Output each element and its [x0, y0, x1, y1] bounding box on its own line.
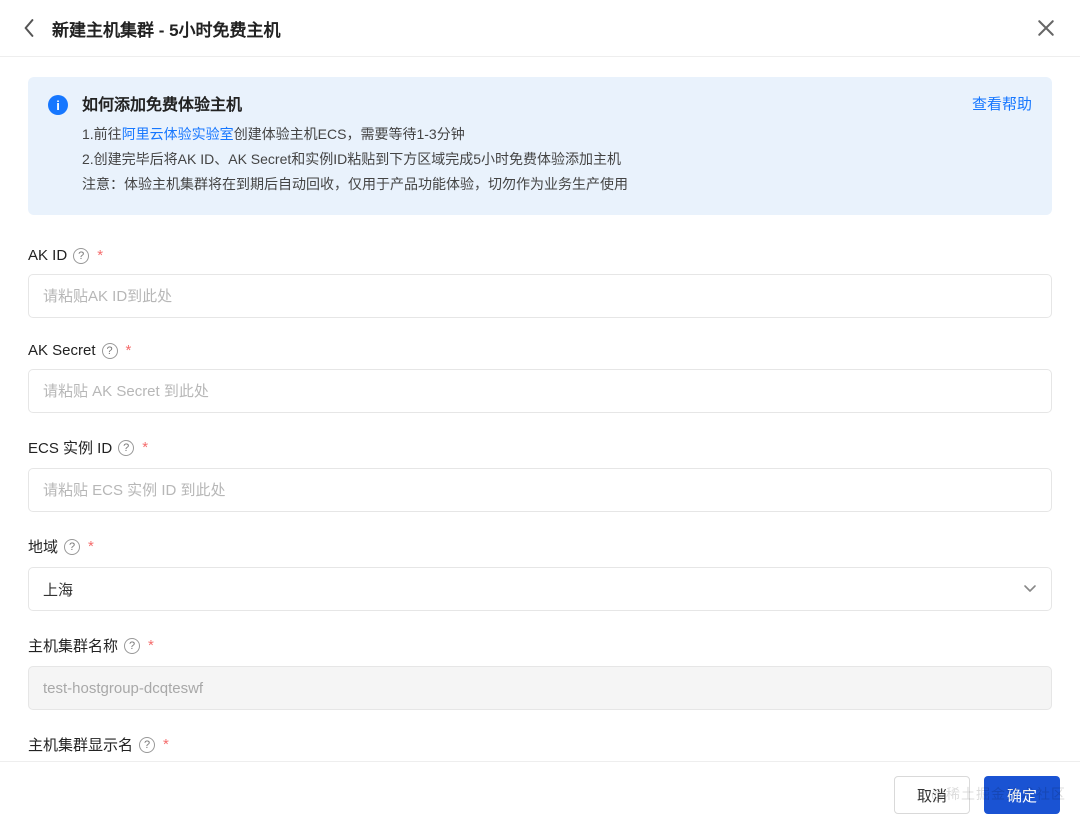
required-mark: *: [97, 247, 103, 264]
info-line-2: 2.创建完毕后将AK ID、AK Secret和实例ID粘贴到下方区域完成5小时…: [82, 147, 956, 172]
close-button[interactable]: [1032, 14, 1060, 42]
aliyun-lab-link[interactable]: 阿里云体验实验室: [122, 126, 234, 142]
help-icon[interactable]: ?: [118, 440, 134, 456]
modal-header: 新建主机集群 - 5小时免费主机: [0, 0, 1080, 57]
region-label-row: 地域 ? *: [28, 536, 1052, 557]
confirm-button[interactable]: 确定: [984, 776, 1060, 814]
region-value: 上海: [43, 579, 73, 600]
ak-id-label: AK ID: [28, 247, 67, 264]
chevron-down-icon: [1023, 584, 1037, 594]
chevron-left-icon: [23, 19, 35, 37]
ak-id-input[interactable]: [28, 274, 1052, 318]
field-cluster-name: 主机集群名称 ? *: [28, 635, 1052, 710]
ak-secret-input[interactable]: [28, 369, 1052, 413]
cluster-name-input: [28, 666, 1052, 710]
info-icon: i: [48, 95, 68, 115]
close-icon: [1037, 19, 1055, 37]
info-title: 如何添加免费体验主机: [82, 93, 956, 118]
required-mark: *: [142, 439, 148, 456]
ecs-id-label: ECS 实例 ID: [28, 437, 112, 458]
help-icon[interactable]: ?: [139, 737, 155, 753]
ecs-id-input[interactable]: [28, 468, 1052, 512]
view-help-link[interactable]: 查看帮助: [972, 93, 1032, 197]
help-icon[interactable]: ?: [73, 248, 89, 264]
required-mark: *: [126, 342, 132, 359]
region-select[interactable]: 上海: [28, 567, 1052, 611]
field-display-name: 主机集群显示名 ? *: [28, 734, 1052, 755]
required-mark: *: [88, 538, 94, 555]
display-name-label: 主机集群显示名: [28, 734, 133, 755]
back-button[interactable]: [16, 15, 42, 41]
info-banner: i 如何添加免费体验主机 1.前往阿里云体验实验室创建体验主机ECS，需要等待1…: [28, 77, 1052, 215]
display-name-label-row: 主机集群显示名 ? *: [28, 734, 1052, 755]
help-icon[interactable]: ?: [64, 539, 80, 555]
info-line-1: 1.前往阿里云体验实验室创建体验主机ECS，需要等待1-3分钟: [82, 122, 956, 147]
help-icon[interactable]: ?: [124, 638, 140, 654]
ak-id-label-row: AK ID ? *: [28, 247, 1052, 264]
field-region: 地域 ? * 上海: [28, 536, 1052, 611]
field-ak-id: AK ID ? *: [28, 247, 1052, 318]
cluster-name-label-row: 主机集群名称 ? *: [28, 635, 1052, 656]
info-content: 如何添加免费体验主机 1.前往阿里云体验实验室创建体验主机ECS，需要等待1-3…: [82, 93, 956, 197]
required-mark: *: [163, 736, 169, 753]
help-icon[interactable]: ?: [102, 343, 118, 359]
cluster-name-label: 主机集群名称: [28, 635, 118, 656]
modal-footer: 取消 确定: [0, 761, 1080, 828]
create-cluster-modal: 新建主机集群 - 5小时免费主机 i 如何添加免费体验主机 1.前往阿里云体验实…: [0, 0, 1080, 828]
ecs-id-label-row: ECS 实例 ID ? *: [28, 437, 1052, 458]
field-ecs-id: ECS 实例 ID ? *: [28, 437, 1052, 512]
modal-body: i 如何添加免费体验主机 1.前往阿里云体验实验室创建体验主机ECS，需要等待1…: [0, 57, 1080, 761]
cancel-button[interactable]: 取消: [894, 776, 970, 814]
required-mark: *: [148, 637, 154, 654]
region-label: 地域: [28, 536, 58, 557]
field-ak-secret: AK Secret ? *: [28, 342, 1052, 413]
info-line-3: 注意：体验主机集群将在到期后自动回收，仅用于产品功能体验，切勿作为业务生产使用: [82, 172, 956, 197]
ak-secret-label-row: AK Secret ? *: [28, 342, 1052, 359]
ak-secret-label: AK Secret: [28, 342, 96, 359]
modal-title: 新建主机集群 - 5小时免费主机: [52, 16, 1032, 41]
